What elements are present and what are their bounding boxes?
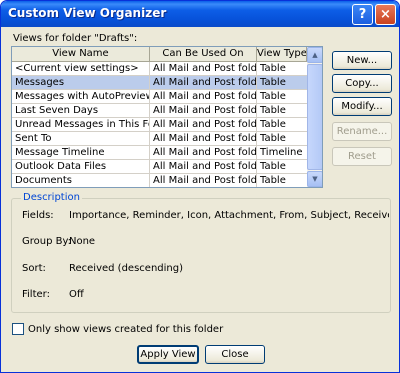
description-group: Description Fields: Importance, Reminder… xyxy=(11,192,391,313)
filter-value: Off xyxy=(69,289,84,300)
table-row[interactable]: DocumentsAll Mail and Post foldersTable xyxy=(12,174,307,187)
table-row[interactable]: <Current view settings> All Mail and Post… xyxy=(12,62,307,76)
can-be-used-on-cell: All Mail and Post folders xyxy=(150,104,257,118)
views-for-folder-label: Views for folder "Drafts": xyxy=(13,33,138,44)
sort-label: Sort: xyxy=(22,263,46,274)
view-type-cell: Table xyxy=(257,62,307,76)
view-name-cell: Messages with AutoPreview xyxy=(12,90,150,104)
reset-button[interactable]: Reset xyxy=(332,147,392,166)
view-name-cell: Messages xyxy=(12,76,150,90)
table-row[interactable]: Message TimelineAll Mail and Post folder… xyxy=(12,146,307,160)
can-be-used-on-cell: All Mail and Post folders xyxy=(150,160,257,174)
can-be-used-on-cell: All Mail and Post folders xyxy=(150,174,257,187)
description-title: Description xyxy=(21,192,82,203)
only-show-views-label[interactable]: Only show views created for this folder xyxy=(28,324,223,335)
filter-label: Filter: xyxy=(22,289,50,300)
list-rows: <Current view settings> All Mail and Post… xyxy=(12,62,307,187)
window-title: Custom View Organizer xyxy=(8,6,167,20)
column-header-view-name[interactable]: View Name xyxy=(12,47,150,62)
new-button[interactable]: New... xyxy=(332,51,392,70)
list-header: View Name Can Be Used On View Type xyxy=(12,47,307,62)
copy-button[interactable]: Copy... xyxy=(332,74,392,93)
fields-label: Fields: xyxy=(22,210,54,221)
scroll-down-arrow-icon[interactable]: ▼ xyxy=(307,171,322,187)
vertical-scrollbar[interactable]: ▲ ▼ xyxy=(307,47,322,187)
table-row[interactable]: Sent ToAll Mail and Post foldersTable xyxy=(12,132,307,146)
can-be-used-on-cell: All Mail and Post folders xyxy=(150,118,257,132)
table-row[interactable]: Messages with AutoPreview All Mail and Po… xyxy=(12,90,307,104)
view-name-cell: Sent To xyxy=(12,132,150,146)
table-row[interactable]: Last Seven DaysAll Mail and Post folders… xyxy=(12,104,307,118)
title-bar: Custom View Organizer ? × xyxy=(1,1,399,27)
view-name-cell: Message Timeline xyxy=(12,146,150,160)
sort-value: Received (descending) xyxy=(69,263,183,274)
custom-view-organizer-dialog: Custom View Organizer ? × Views for fold… xyxy=(0,0,400,373)
table-row[interactable]: MessagesAll Mail and Post foldersTable xyxy=(12,76,307,90)
scroll-thumb[interactable] xyxy=(307,64,322,170)
only-show-views-checkbox[interactable] xyxy=(12,323,24,335)
scroll-up-arrow-icon[interactable]: ▲ xyxy=(307,47,322,63)
view-name-cell: Unread Messages in This Folder xyxy=(12,118,150,132)
close-window-button[interactable]: × xyxy=(375,4,396,25)
view-type-cell: Table xyxy=(257,90,307,104)
views-list[interactable]: View Name Can Be Used On View Type <Curr… xyxy=(11,46,323,188)
view-type-cell: Table xyxy=(257,76,307,90)
view-type-cell: Table xyxy=(257,174,307,187)
view-name-cell: Documents xyxy=(12,174,150,187)
help-button[interactable]: ? xyxy=(352,4,373,25)
modify-button[interactable]: Modify... xyxy=(332,97,392,116)
can-be-used-on-cell: All Mail and Post folders xyxy=(150,146,257,160)
view-type-cell: Timeline xyxy=(257,146,307,160)
view-type-cell: Table xyxy=(257,118,307,132)
view-type-cell: Table xyxy=(257,160,307,174)
group-by-label: Group By: xyxy=(22,236,72,247)
table-row[interactable]: Outlook Data Files All Mail and Post fold… xyxy=(12,160,307,174)
can-be-used-on-cell: All Mail and Post folders xyxy=(150,90,257,104)
close-button[interactable]: Close xyxy=(205,345,265,364)
view-name-cell: <Current view settings> xyxy=(12,62,150,76)
can-be-used-on-cell: All Mail and Post folders xyxy=(150,132,257,146)
table-row[interactable]: Unread Messages in This FolderAll Mail a… xyxy=(12,118,307,132)
view-name-cell: Last Seven Days xyxy=(12,104,150,118)
can-be-used-on-cell: All Mail and Post folders xyxy=(150,76,257,90)
fields-value: Importance, Reminder, Icon, Attachment, … xyxy=(69,210,389,221)
column-header-view-type[interactable]: View Type xyxy=(257,47,307,62)
view-type-cell: Table xyxy=(257,132,307,146)
view-type-cell: Table xyxy=(257,104,307,118)
apply-view-button[interactable]: Apply View xyxy=(137,345,199,364)
can-be-used-on-cell: All Mail and Post folders xyxy=(150,62,257,76)
group-by-value: None xyxy=(69,236,96,247)
rename-button[interactable]: Rename... xyxy=(332,122,392,141)
view-name-cell: Outlook Data Files xyxy=(12,160,150,174)
column-header-can-be-used-on[interactable]: Can Be Used On xyxy=(150,47,257,62)
